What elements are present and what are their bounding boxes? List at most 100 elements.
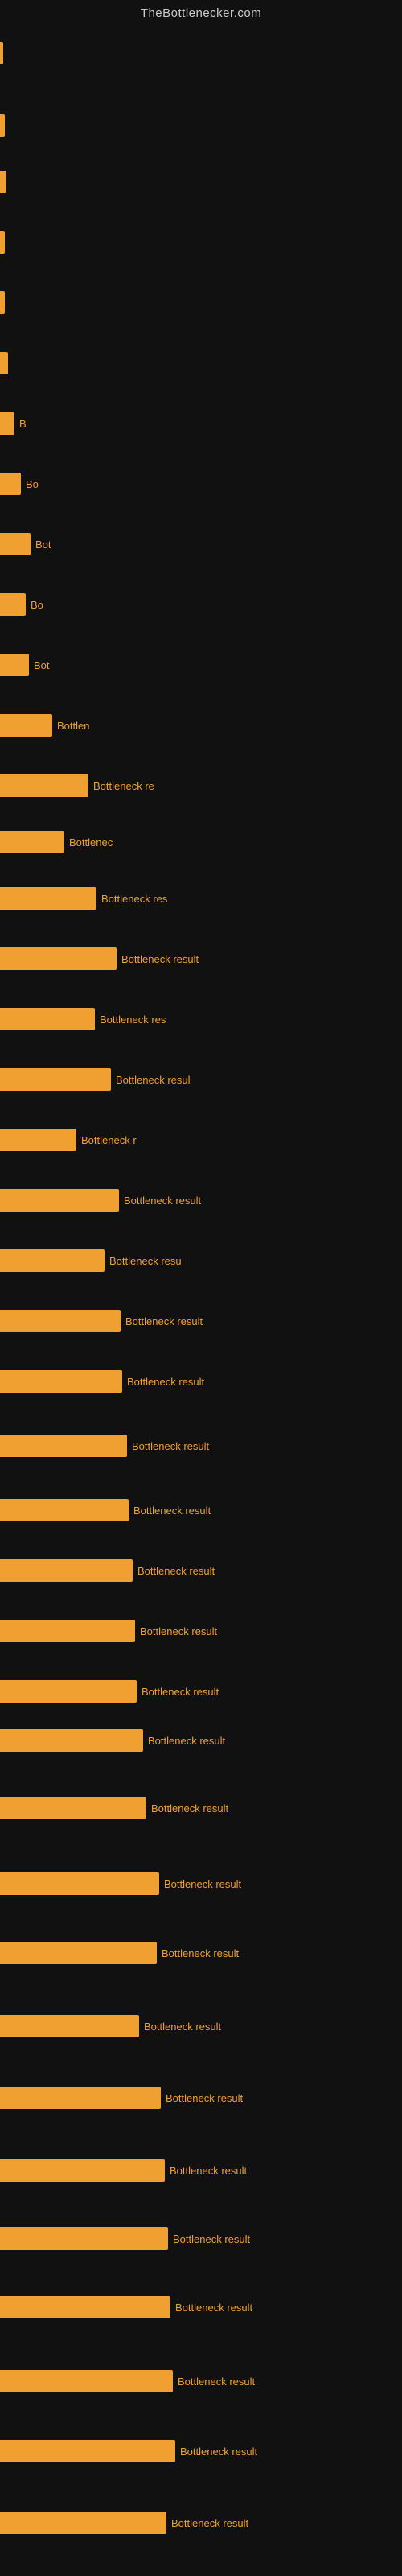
bar — [0, 947, 117, 970]
bar-row: Bottleneck result — [0, 1557, 402, 1584]
bar-row: Bottleneck result — [0, 1432, 402, 1459]
bar — [0, 887, 96, 910]
bar-label: Bottleneck result — [165, 2165, 247, 2177]
site-title: TheBottlenecker.com — [0, 0, 402, 23]
bar-label: Bottleneck result — [143, 1735, 225, 1747]
bar-label: Bo — [21, 478, 39, 490]
bar-label: Bottleneck result — [161, 2092, 243, 2104]
bar-row: Bottleneck res — [0, 1005, 402, 1033]
bar-label: Bottlenec — [64, 836, 113, 848]
bar-label: Bottleneck r — [76, 1134, 137, 1146]
bar-label: Bottleneck resu — [105, 1255, 182, 1267]
bar-label: Bottleneck res — [95, 1013, 166, 1026]
bar — [0, 1370, 122, 1393]
bar — [0, 1797, 146, 1819]
bar — [0, 1129, 76, 1151]
bar-row: Bottleneck result — [0, 2013, 402, 2040]
bar-label: Bottleneck resul — [111, 1074, 191, 1086]
bar-label: Bo — [26, 599, 43, 611]
bar-row: Bottleneck result — [0, 2157, 402, 2184]
bar — [0, 2087, 161, 2109]
bar — [0, 231, 5, 254]
bar-row: Bottleneck result — [0, 2509, 402, 2537]
bar — [0, 1729, 143, 1752]
bar — [0, 1008, 95, 1030]
bar — [0, 2440, 175, 2462]
bar-label: Bot — [31, 539, 51, 551]
bar-label: Bottleneck result — [168, 2233, 250, 2245]
bar-row: Bottleneck res — [0, 885, 402, 912]
bar-row: Bottleneck resu — [0, 1247, 402, 1274]
bar-row: Bot — [0, 651, 402, 679]
bar — [0, 2512, 166, 2534]
bar-row: Bottleneck result — [0, 2084, 402, 2112]
bar — [0, 831, 64, 853]
bar-row: Bottleneck r — [0, 1126, 402, 1154]
bar-label: Bottleneck result — [159, 1878, 241, 1890]
bar-label: Bottleneck result — [139, 2021, 221, 2033]
bar-row — [0, 229, 402, 256]
bar-row: Bottleneck result — [0, 2293, 402, 2321]
bar — [0, 2227, 168, 2250]
bar-label: Bottleneck result — [121, 1315, 203, 1327]
bar-row: Bottleneck re — [0, 772, 402, 799]
bar-row: Bottleneck result — [0, 2438, 402, 2465]
bar-row — [0, 39, 402, 67]
bar-row: Bottleneck result — [0, 1727, 402, 1754]
bar-label: Bottleneck result — [146, 1802, 228, 1814]
bar — [0, 1068, 111, 1091]
bar-row: Bottleneck result — [0, 1870, 402, 1897]
bar-row: Bottlen — [0, 712, 402, 739]
bar-label: Bottleneck res — [96, 893, 167, 905]
bar-label: Bot — [29, 659, 50, 671]
bar — [0, 593, 26, 616]
bar-row: Bottleneck result — [0, 1617, 402, 1645]
bar-row: Bottleneck result — [0, 2225, 402, 2252]
bar — [0, 42, 3, 64]
bar — [0, 114, 5, 137]
bar — [0, 1189, 119, 1212]
bar-row — [0, 289, 402, 316]
bar-label: Bottleneck result — [117, 953, 199, 965]
bar-row: Bottlenec — [0, 828, 402, 856]
bar-row: Bottleneck result — [0, 1187, 402, 1214]
bar-label: Bottleneck result — [122, 1376, 204, 1388]
bar — [0, 2159, 165, 2182]
bar — [0, 2370, 173, 2392]
bar — [0, 1942, 157, 1964]
bar — [0, 171, 6, 193]
bar-label: Bottlen — [52, 720, 89, 732]
bar — [0, 1435, 127, 1457]
bar — [0, 2296, 170, 2318]
bar-row: Bottleneck result — [0, 1307, 402, 1335]
bar — [0, 412, 14, 435]
bar-row: Bottleneck result — [0, 1368, 402, 1395]
bar — [0, 533, 31, 555]
bar-row — [0, 168, 402, 196]
bar-label: Bottleneck re — [88, 780, 154, 792]
bar-label: Bottleneck result — [133, 1565, 215, 1577]
bar — [0, 1680, 137, 1703]
bar — [0, 291, 5, 314]
bar-label: B — [14, 418, 27, 430]
bar-row — [0, 112, 402, 139]
bar-row — [0, 349, 402, 377]
bar — [0, 714, 52, 737]
bar — [0, 2015, 139, 2037]
bar — [0, 774, 88, 797]
bar — [0, 1310, 121, 1332]
bar-label: Bottleneck result — [157, 1947, 239, 1959]
bar-row: Bottleneck result — [0, 1678, 402, 1705]
bar-row: Bo — [0, 470, 402, 497]
bar — [0, 1559, 133, 1582]
bar-row: B — [0, 410, 402, 437]
bar — [0, 1499, 129, 1521]
bar-label: Bottleneck result — [137, 1686, 219, 1698]
bar-row: Bottleneck result — [0, 1496, 402, 1524]
bar — [0, 1872, 159, 1895]
bar-row: Bottleneck result — [0, 945, 402, 972]
bar — [0, 473, 21, 495]
bar-row: Bottleneck result — [0, 1939, 402, 1967]
bar-label: Bottleneck result — [170, 2301, 252, 2314]
bar — [0, 352, 8, 374]
